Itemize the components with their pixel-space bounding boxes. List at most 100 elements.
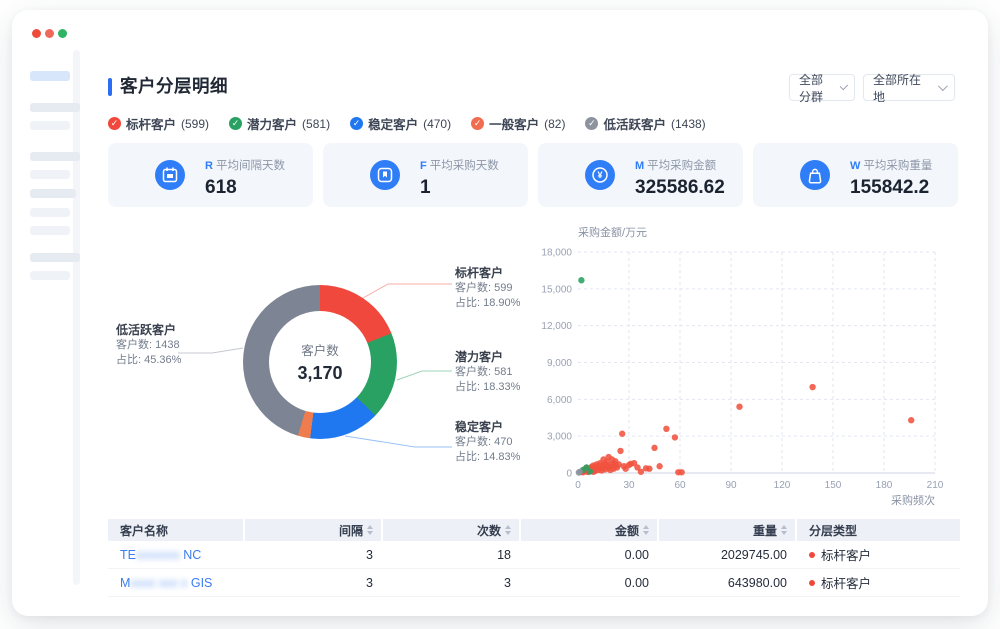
- sort-icon[interactable]: [781, 525, 787, 535]
- sort-icon[interactable]: [505, 525, 511, 535]
- sidebar-item-active[interactable]: [30, 71, 70, 81]
- callout-count: 客户数: 470: [455, 435, 520, 450]
- tier-cell: 标杆客户: [797, 569, 960, 596]
- group-filter-label: 全部分群: [799, 71, 832, 105]
- svg-text:90: 90: [725, 480, 737, 491]
- column-header-label: 重量: [753, 522, 777, 539]
- callout-percent: 占比: 18.33%: [455, 380, 520, 395]
- group-filter-dropdown[interactable]: 全部分群: [789, 74, 855, 101]
- bag-icon: [800, 160, 830, 190]
- sidebar-item[interactable]: [30, 170, 70, 179]
- yen-icon: ¥: [585, 160, 615, 190]
- name-prefix: TE: [120, 548, 136, 562]
- callout-count: 客户数: 1438: [116, 338, 181, 353]
- callout-percent: 占比: 18.90%: [455, 296, 520, 311]
- svg-text:18,000: 18,000: [541, 248, 572, 259]
- customer-name-link[interactable]: TExxxxxxx NC: [120, 548, 201, 562]
- stat-cards: R平均间隔天数618F平均采购天数1¥M平均采购金额325586.62W平均采购…: [108, 143, 958, 207]
- svg-text:12,000: 12,000: [541, 321, 572, 332]
- scatter-point-标杆客户: [679, 469, 685, 475]
- stat-value: 325586.62: [635, 177, 725, 199]
- sort-desc-icon[interactable]: [781, 531, 787, 535]
- sidebar-item[interactable]: [30, 271, 70, 280]
- check-circle-icon: ✓: [471, 117, 484, 130]
- sidebar-item[interactable]: [30, 103, 80, 112]
- table-header-row: 客户名称 间隔 次数 金额 重量 分层类型: [108, 519, 960, 541]
- stat-label: 平均采购金额: [647, 160, 716, 172]
- callout-count: 客户数: 581: [455, 365, 520, 380]
- sort-asc-icon[interactable]: [643, 525, 649, 529]
- sort-desc-icon[interactable]: [367, 531, 373, 535]
- check-circle-icon: ✓: [350, 117, 363, 130]
- customer-name-link[interactable]: Mxxxx xxx x GIS: [120, 576, 212, 590]
- customer-name-cell: Mxxxx xxx x GIS: [108, 569, 243, 596]
- column-header-次数[interactable]: 次数: [383, 519, 519, 541]
- column-header-label: 次数: [477, 522, 501, 539]
- table-cell: 3: [245, 569, 381, 596]
- scatter-point-标杆客户: [646, 466, 652, 472]
- sort-desc-icon[interactable]: [643, 531, 649, 535]
- window-close-icon[interactable]: [32, 29, 41, 38]
- svg-text:60: 60: [674, 480, 686, 491]
- stat-value: 1: [420, 177, 499, 199]
- calendar-icon: [155, 160, 185, 190]
- window-zoom-icon[interactable]: [58, 29, 67, 38]
- svg-text:0: 0: [575, 480, 581, 491]
- scatter-point-标杆客户: [619, 431, 625, 437]
- table-cell: 3: [383, 569, 519, 596]
- table-cell: 643980.00: [659, 569, 795, 596]
- donut-callout-标杆客户: 标杆客户客户数: 599占比: 18.90%: [455, 266, 520, 311]
- svg-text:150: 150: [825, 480, 842, 491]
- column-header-label: 间隔: [339, 522, 363, 539]
- stat-label: 平均间隔天数: [216, 160, 285, 172]
- donut-callout-潜力客户: 潜力客户客户数: 581占比: 18.33%: [455, 350, 520, 395]
- sidebar-item[interactable]: [30, 208, 70, 217]
- bookmark-icon: [370, 160, 400, 190]
- stat-text: R平均间隔天数618: [205, 156, 285, 199]
- column-header-label: 客户名称: [120, 522, 168, 539]
- sort-asc-icon[interactable]: [367, 525, 373, 529]
- name-suffix: GIS: [187, 576, 212, 590]
- sort-icon[interactable]: [643, 525, 649, 535]
- stat-text: F平均采购天数1: [420, 156, 499, 199]
- callout-percent: 占比: 45.36%: [116, 353, 181, 368]
- location-filter-dropdown[interactable]: 全部所在地: [863, 74, 955, 101]
- check-circle-icon: ✓: [108, 117, 121, 130]
- callout-count: 客户数: 599: [455, 281, 520, 296]
- window-minimize-icon[interactable]: [45, 29, 54, 38]
- legend-item-一般客户[interactable]: ✓一般客户(82): [471, 114, 565, 133]
- sidebar-item[interactable]: [30, 152, 80, 161]
- sidebar-item[interactable]: [30, 189, 76, 198]
- table-row: TExxxxxxx NC3180.002029745.00标杆客户: [108, 541, 960, 569]
- column-header-重量[interactable]: 重量: [659, 519, 795, 541]
- tier-label: 标杆客户: [821, 573, 871, 592]
- scatter-plot[interactable]: 030609012015018021003,0006,0009,00012,00…: [535, 222, 965, 514]
- scatter-point-标杆客户: [736, 404, 742, 410]
- callout-title: 潜力客户: [455, 350, 520, 365]
- donut-callout-稳定客户: 稳定客户客户数: 470占比: 14.83%: [455, 420, 520, 465]
- svg-text:30: 30: [623, 480, 635, 491]
- stat-card-R: R平均间隔天数618: [108, 143, 313, 207]
- stat-letter: M: [635, 160, 644, 172]
- sidebar-item[interactable]: [30, 253, 80, 262]
- column-header-间隔[interactable]: 间隔: [245, 519, 381, 541]
- sort-desc-icon[interactable]: [505, 531, 511, 535]
- sidebar-item[interactable]: [30, 226, 70, 235]
- legend-item-低活跃客户[interactable]: ✓低活跃客户(1438): [585, 114, 705, 133]
- stat-value: 155842.2: [850, 177, 932, 199]
- scatter-point-标杆客户: [663, 426, 669, 432]
- legend-item-潜力客户[interactable]: ✓潜力客户(581): [229, 114, 330, 133]
- legend-item-标杆客户[interactable]: ✓标杆客户(599): [108, 114, 209, 133]
- sort-asc-icon[interactable]: [505, 525, 511, 529]
- table-cell: 2029745.00: [659, 541, 795, 568]
- legend-item-稳定客户[interactable]: ✓稳定客户(470): [350, 114, 451, 133]
- column-header-金额[interactable]: 金额: [521, 519, 657, 541]
- sidebar-item[interactable]: [30, 121, 70, 130]
- legend-count: (82): [544, 117, 565, 131]
- sort-icon[interactable]: [367, 525, 373, 535]
- chevron-down-icon: [938, 81, 948, 91]
- column-header-label: 分层类型: [809, 522, 857, 539]
- stat-label: 平均采购天数: [430, 160, 499, 172]
- sort-asc-icon[interactable]: [781, 525, 787, 529]
- check-circle-icon: ✓: [585, 117, 598, 130]
